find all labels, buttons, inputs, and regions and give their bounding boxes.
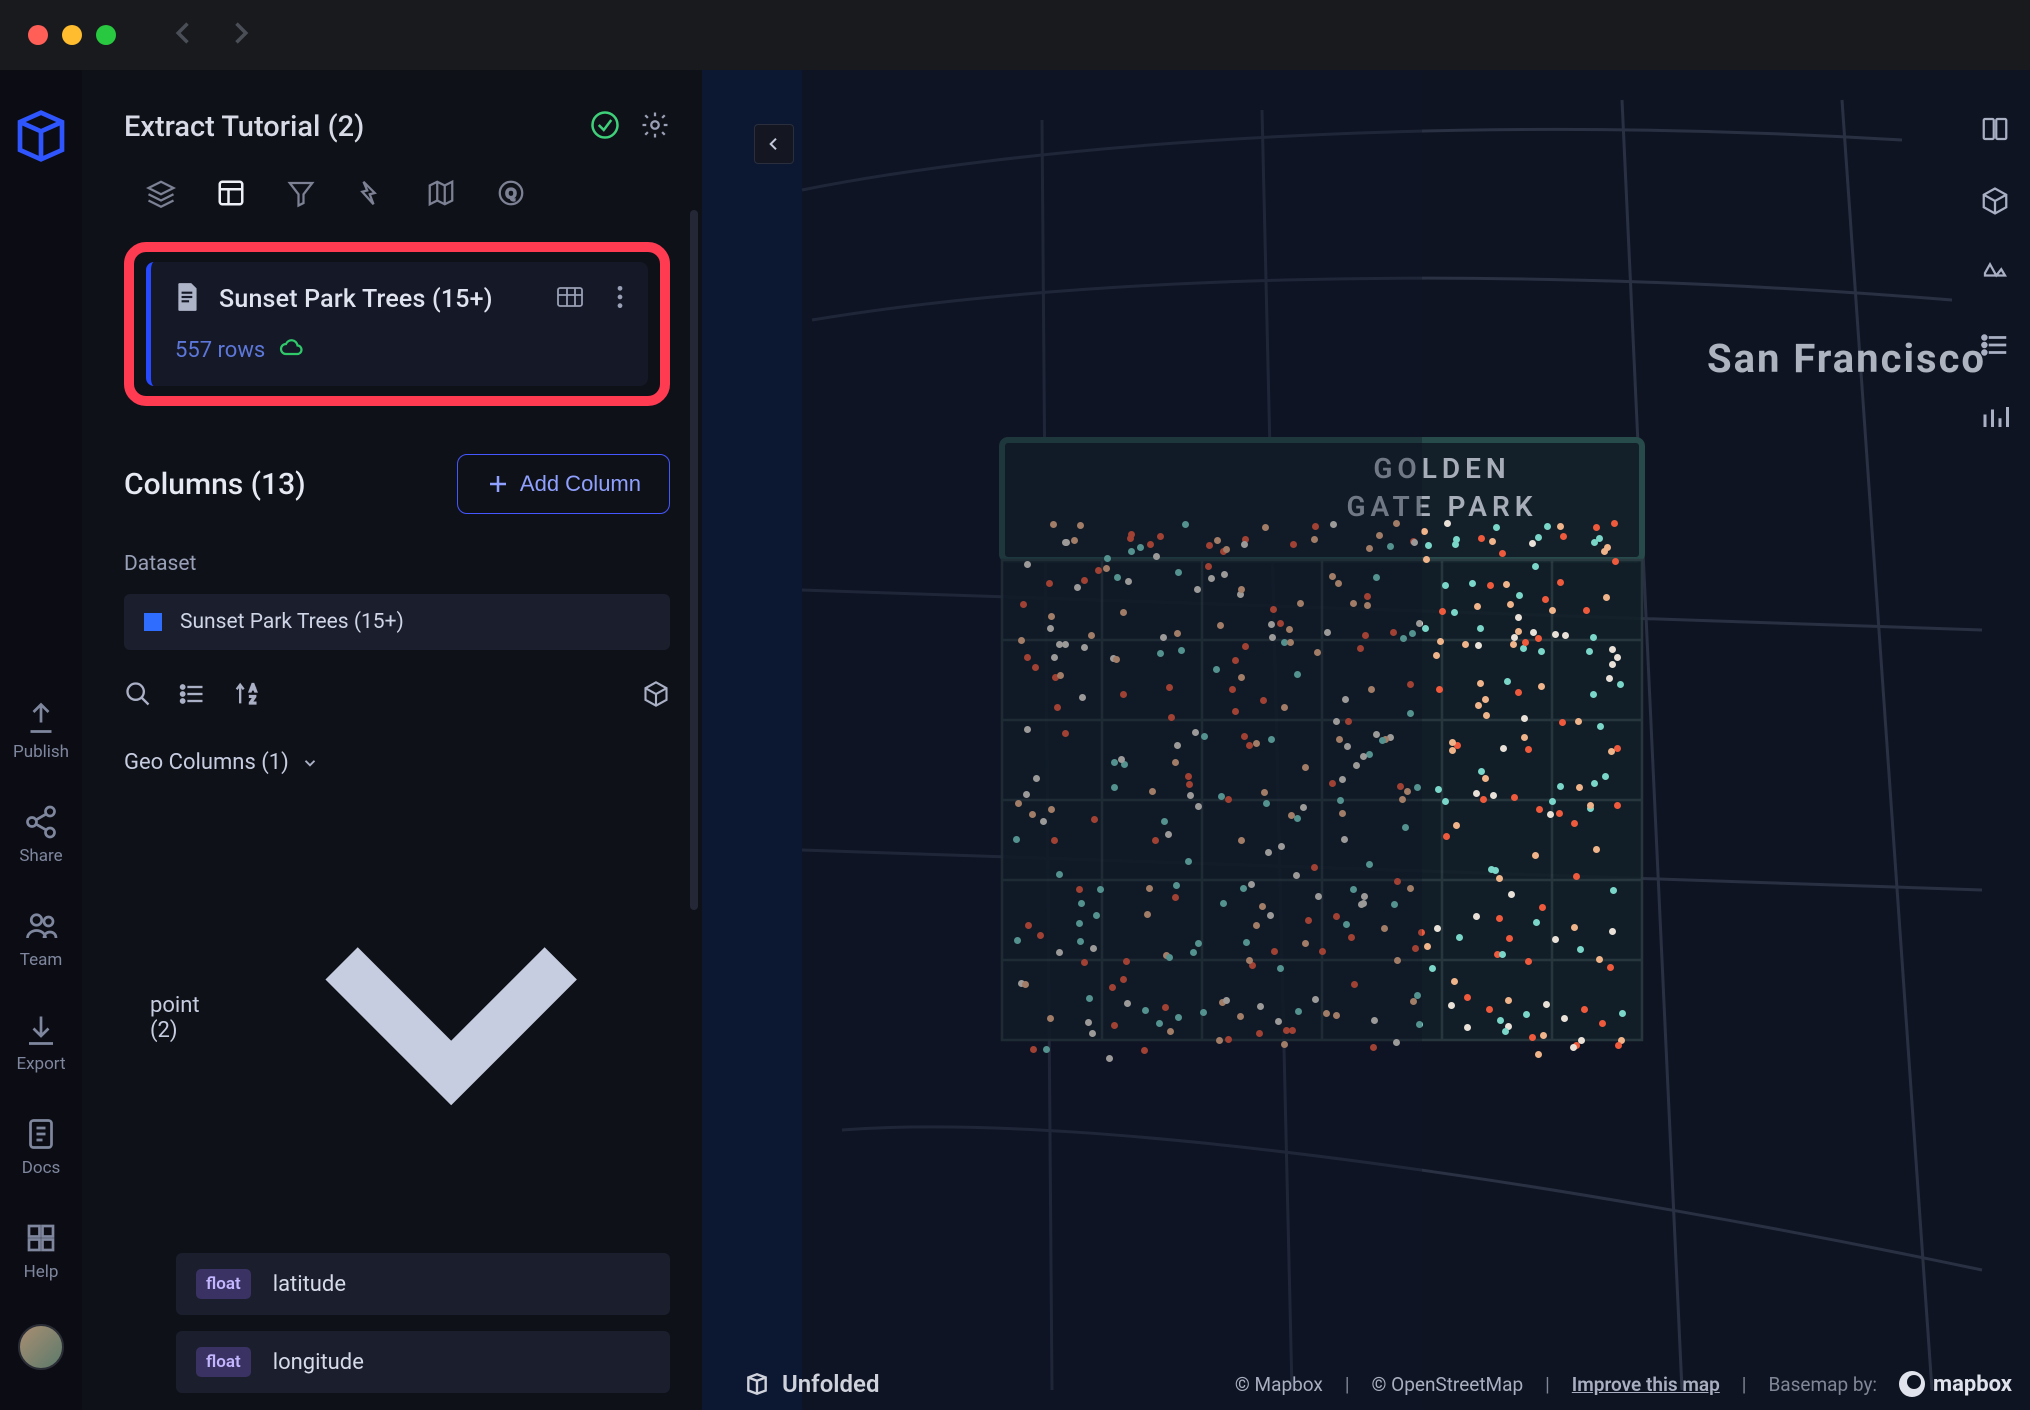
app-logo-icon[interactable] (13, 108, 69, 168)
dataset-card[interactable]: Sunset Park Trees (15+) 557 rows (146, 262, 648, 386)
nav-back-button[interactable] (170, 19, 198, 51)
user-avatar[interactable] (18, 1324, 64, 1370)
side-panel: Extract Tutorial (2) Q Sunset Park Trees… (82, 70, 702, 1410)
column-latitude[interactable]: float latitude (176, 1253, 670, 1315)
rail-publish-label: Publish (13, 742, 69, 762)
svg-text:Q: Q (506, 186, 517, 201)
tool-chart-icon[interactable] (1980, 402, 2010, 436)
window-close-icon[interactable] (28, 25, 48, 45)
tab-layers[interactable] (146, 178, 176, 212)
svg-text:Z: Z (250, 693, 256, 706)
rail-team-button[interactable]: Team (0, 908, 82, 970)
attribution-mapbox[interactable]: © Mapbox (1235, 1373, 1323, 1396)
panel-collapse-button[interactable] (754, 124, 794, 164)
dataset-select-label: Sunset Park Trees (15+) (180, 610, 404, 634)
nav-forward-button[interactable] (226, 19, 254, 51)
group-geo-columns[interactable]: Geo Columns (1) (124, 750, 670, 775)
status-check-icon (590, 110, 620, 144)
settings-gear-icon[interactable] (640, 110, 670, 144)
rail-help-button[interactable]: Help (0, 1220, 82, 1282)
type-chip-float: float (196, 1347, 251, 1377)
column-longitude-label: longitude (273, 1350, 364, 1375)
map-label-san-francisco: San Francisco (1707, 335, 1986, 382)
add-column-label: Add Column (520, 471, 641, 497)
tab-query[interactable]: Q (496, 178, 526, 212)
panel-tabbar: Q (124, 144, 670, 234)
column-search-icon[interactable] (124, 680, 152, 712)
column-longitude[interactable]: float longitude (176, 1331, 670, 1393)
tool-split-view-icon[interactable] (1980, 114, 2010, 148)
rail-export-button[interactable]: Export (0, 1012, 82, 1074)
column-sort-icon[interactable]: AZ (232, 680, 260, 712)
subgroup-point-label: point (2) (150, 993, 220, 1043)
panel-scrollbar[interactable] (690, 210, 698, 910)
add-column-button[interactable]: Add Column (457, 454, 670, 514)
column-list-icon[interactable] (178, 680, 206, 712)
dataset-card-highlight: Sunset Park Trees (15+) 557 rows (124, 242, 670, 406)
dataset-section-label: Dataset (124, 552, 670, 576)
project-title: Extract Tutorial (2) (124, 110, 570, 144)
right-tool-rail (1960, 70, 2030, 1410)
attribution-osm[interactable]: © OpenStreetMap (1371, 1373, 1523, 1396)
dataset-select[interactable]: Sunset Park Trees (15+) (124, 594, 670, 650)
dataset-table-icon[interactable] (556, 285, 584, 313)
document-icon (175, 282, 201, 316)
subgroup-point[interactable]: point (2) (150, 799, 670, 1237)
window-minimize-icon[interactable] (62, 25, 82, 45)
type-chip-float: float (196, 1269, 251, 1299)
attribution-improve-map[interactable]: Improve this map (1572, 1373, 1720, 1396)
unfolded-brand: Unfolded (744, 1370, 879, 1398)
window-maximize-icon[interactable] (96, 25, 116, 45)
column-cube-icon[interactable] (642, 680, 670, 712)
tool-draw-icon[interactable] (1980, 258, 2010, 292)
dataset-name: Sunset Park Trees (15+) (219, 285, 524, 314)
left-nav-rail: Publish Share Team Export Docs Help (0, 70, 82, 1410)
dataset-color-swatch (144, 613, 162, 631)
columns-title: Columns (13) (124, 467, 306, 502)
attribution-basemap-label: Basemap by: (1768, 1373, 1877, 1396)
tab-filters[interactable] (286, 178, 316, 212)
map-dim-overlay (702, 70, 1422, 1410)
rail-share-label: Share (19, 846, 62, 866)
rail-docs-button[interactable]: Docs (0, 1116, 82, 1178)
rail-docs-label: Docs (22, 1158, 61, 1178)
map-canvas[interactable]: San Francisco GOLDENGATE PARK Unfolded ©… (702, 70, 2030, 1410)
dataset-more-icon[interactable] (616, 284, 624, 314)
cloud-synced-icon (279, 336, 303, 364)
tool-legend-icon[interactable] (1980, 330, 2010, 364)
group-geo-label: Geo Columns (1) (124, 750, 289, 775)
window-titlebar (0, 0, 2030, 70)
tool-3d-icon[interactable] (1980, 186, 2010, 220)
rail-share-button[interactable]: Share (0, 804, 82, 866)
tab-interactions[interactable] (356, 178, 386, 212)
rail-help-label: Help (24, 1262, 59, 1282)
dataset-row-count: 557 rows (175, 338, 265, 363)
tab-columns[interactable] (216, 178, 246, 212)
rail-publish-button[interactable]: Publish (0, 700, 82, 762)
rail-team-label: Team (20, 950, 63, 970)
column-latitude-label: latitude (273, 1272, 346, 1297)
tab-basemap[interactable] (426, 178, 456, 212)
rail-export-label: Export (16, 1054, 65, 1074)
map-footer: Unfolded © Mapbox | © OpenStreetMap | Im… (702, 1370, 2012, 1398)
